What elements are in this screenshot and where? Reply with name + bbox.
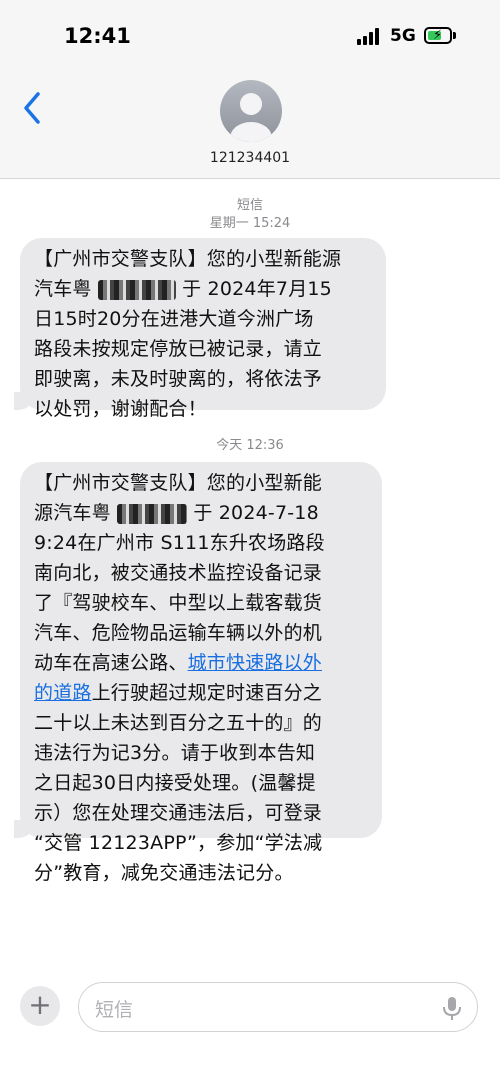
battery-icon: ⚡	[424, 27, 452, 44]
message-input[interactable]: 短信	[78, 982, 478, 1032]
conversation-header: 12:41 5G ⚡ 121234401	[0, 0, 500, 179]
road-link[interactable]: 城市快速路以外	[188, 652, 322, 674]
redacted-plate	[117, 503, 188, 524]
message-bubble[interactable]: 【广州市交警支队】您的小型新能 源汽车粤 于 2024-7-18 9:24在广州…	[14, 462, 382, 884]
redacted-plate	[97, 279, 176, 300]
contact-avatar-icon[interactable]	[220, 80, 282, 142]
plus-icon[interactable]: +	[20, 986, 60, 1026]
message-text: 【广州市交警支队】您的小型新能 源汽车粤 于 2024-7-18 9:24在广州…	[34, 472, 325, 884]
message-bubble[interactable]: 【广州市交警支队】您的小型新能源 汽车粤 于 2024年7月15 日15时20分…	[14, 238, 386, 420]
microphone-icon[interactable]	[441, 995, 463, 1021]
message-type-label: 短信	[236, 198, 263, 213]
timestamp: 今天 12:36	[216, 438, 284, 453]
message-text: 【广州市交警支队】您的小型新能源 汽车粤 于 2024年7月15 日15时20分…	[34, 248, 342, 420]
network-type: 5G	[390, 26, 416, 46]
status-time: 12:41	[64, 24, 131, 48]
timestamp: 星期一 15:24	[209, 216, 291, 231]
battery-cap	[453, 32, 456, 39]
signal-icon	[357, 27, 383, 45]
road-link[interactable]: 的道路	[34, 682, 92, 704]
input-placeholder: 短信	[95, 999, 134, 1021]
contact-name[interactable]: 121234401	[0, 150, 500, 166]
bubble-tail	[14, 820, 34, 838]
bubble-tail	[14, 392, 34, 410]
back-chevron-icon[interactable]	[18, 88, 48, 128]
